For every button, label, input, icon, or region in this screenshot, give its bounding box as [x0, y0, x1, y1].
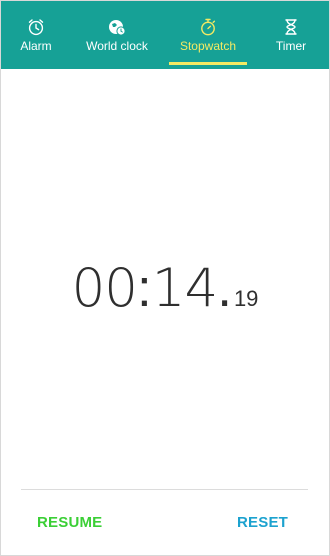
resume-button[interactable]: RESUME	[37, 507, 102, 539]
centiseconds: 19	[233, 286, 259, 311]
tab-alarm-label: Alarm	[20, 39, 52, 53]
minutes: 00	[71, 258, 138, 319]
decimal-point: .	[217, 259, 232, 318]
tab-timer[interactable]: Timer	[253, 1, 329, 69]
seconds: 14	[151, 258, 218, 319]
tab-world-clock[interactable]: World clock	[71, 1, 163, 69]
tab-stopwatch[interactable]: Stopwatch	[163, 1, 253, 69]
stopwatch-display: 00:14.19	[1, 247, 329, 331]
globe-clock-icon	[107, 17, 127, 37]
hourglass-icon	[281, 17, 301, 37]
tab-world-clock-label: World clock	[86, 39, 148, 53]
alarm-clock-icon	[26, 17, 46, 37]
active-tab-indicator	[169, 62, 247, 65]
stopwatch-icon	[198, 17, 218, 37]
divider	[21, 489, 308, 490]
time-separator: :	[137, 259, 152, 318]
tab-bar: Alarm World clock Stopwatch Timer	[1, 1, 329, 69]
reset-button[interactable]: RESET	[237, 507, 288, 539]
tab-timer-label: Timer	[275, 39, 307, 53]
tab-alarm[interactable]: Alarm	[1, 1, 71, 69]
stopwatch-screen: Alarm World clock Stopwatch Timer 00:14.…	[0, 0, 330, 556]
tab-stopwatch-label: Stopwatch	[179, 39, 237, 53]
